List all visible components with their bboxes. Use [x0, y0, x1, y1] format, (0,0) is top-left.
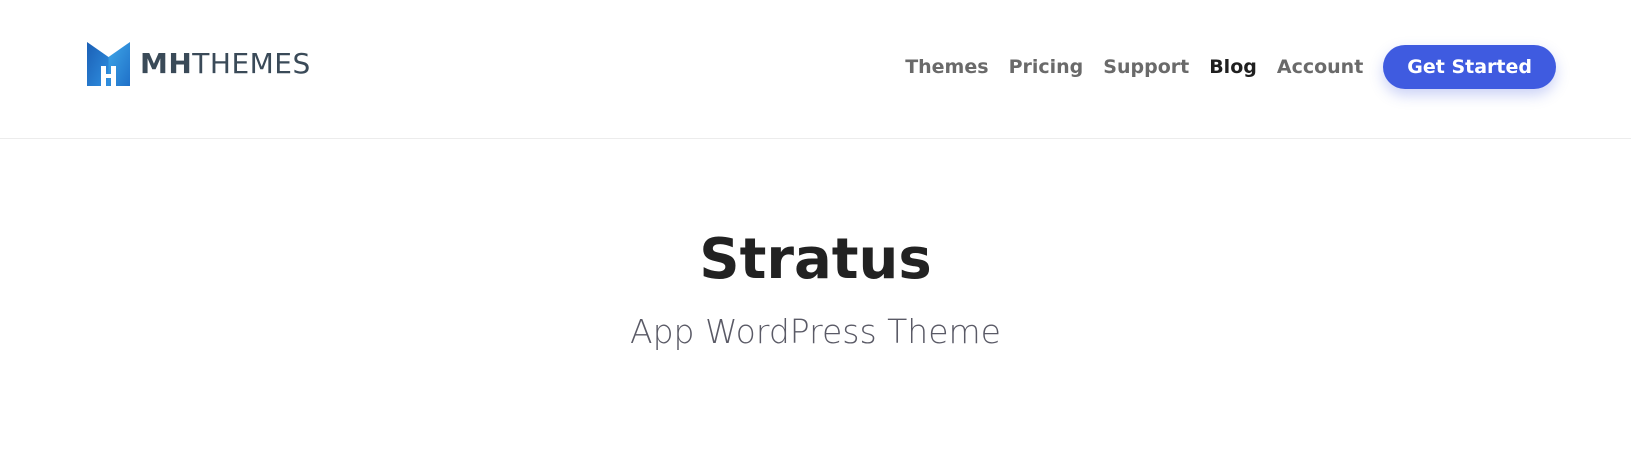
page-subtitle: App WordPress Theme	[630, 312, 1001, 351]
nav-item-support[interactable]: Support	[1103, 56, 1189, 78]
mhthemes-logo-mark-icon	[87, 42, 130, 86]
get-started-button[interactable]: Get Started	[1383, 45, 1556, 89]
logo-wordmark-light: THEMES	[192, 47, 311, 80]
page-title: Stratus	[699, 227, 932, 292]
site-header: MHTHEMES Themes Pricing Support Blog Acc…	[0, 0, 1631, 139]
hero-section: Stratus App WordPress Theme	[0, 140, 1631, 472]
nav-item-pricing[interactable]: Pricing	[1009, 56, 1084, 78]
logo-wordmark-strong: MH	[140, 47, 193, 80]
nav-item-blog[interactable]: Blog	[1209, 56, 1257, 78]
nav-item-themes[interactable]: Themes	[905, 56, 988, 78]
site-logo[interactable]: MHTHEMES	[87, 42, 311, 86]
main-nav: Themes Pricing Support Blog Account Get …	[905, 0, 1631, 134]
logo-wordmark: MHTHEMES	[140, 42, 311, 86]
nav-item-account[interactable]: Account	[1277, 56, 1363, 78]
